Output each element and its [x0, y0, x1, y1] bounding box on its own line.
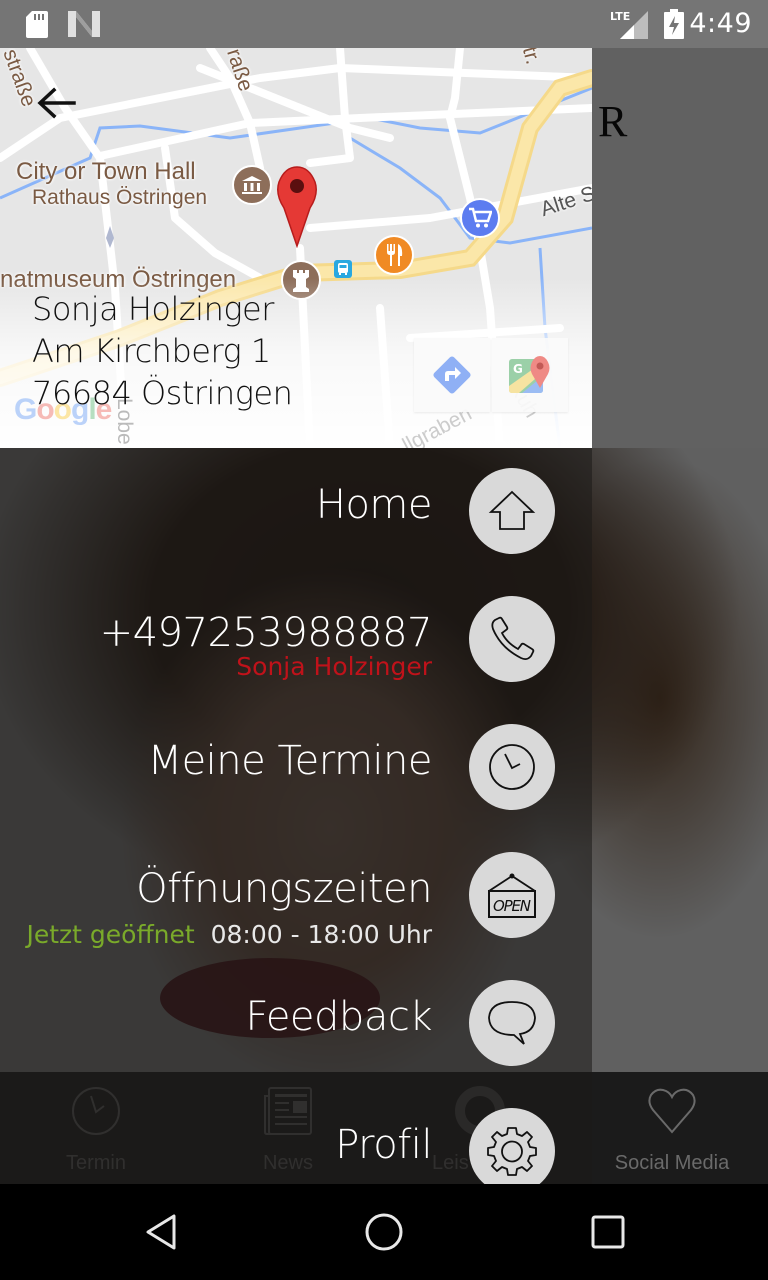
- feedback-button[interactable]: [469, 980, 555, 1066]
- map-poi-label: City or Town Hall: [16, 158, 196, 185]
- menu-item-label: Home: [315, 482, 433, 528]
- opening-hours-line: Jetzt geöffnet 08:00 - 18:00 Uhr: [26, 920, 432, 949]
- menu-item-meine-termine[interactable]: Meine Termine: [0, 718, 592, 818]
- svg-text:G: G: [513, 362, 523, 376]
- opening-hours: 08:00 - 18:00 Uhr: [210, 920, 432, 949]
- system-nav-bar: [0, 1184, 768, 1280]
- profile-button[interactable]: [469, 1108, 555, 1184]
- phone-number: +497253988887: [99, 610, 433, 656]
- town-hall-poi-icon[interactable]: [232, 165, 272, 205]
- home-icon: [488, 490, 536, 530]
- menu-item-profil[interactable]: Profil: [0, 1102, 592, 1184]
- menu-item-oeffnungszeiten[interactable]: Öffnungszeiten Jetzt geöffnet 08:00 - 18…: [0, 846, 592, 949]
- call-button[interactable]: [469, 596, 555, 682]
- shopping-poi-icon[interactable]: [460, 198, 500, 238]
- menu-item-label: Profil: [335, 1122, 432, 1168]
- svg-text:OPEN: OPEN: [493, 897, 531, 915]
- bus-stop-icon[interactable]: [334, 260, 352, 278]
- navigation-drawer: straße raße tr. Alte S City or Town Hall…: [0, 48, 592, 1184]
- menu-item-label: Feedback: [245, 994, 433, 1040]
- recents-icon[interactable]: [584, 1208, 632, 1256]
- home-button[interactable]: [469, 468, 555, 554]
- sd-card-icon: [26, 11, 48, 38]
- directions-icon: [433, 356, 471, 394]
- directions-button[interactable]: [414, 338, 490, 412]
- menu-item-feedback[interactable]: Feedback: [0, 974, 592, 1074]
- battery-charging-icon: [664, 9, 684, 39]
- menu-item-label: Meine Termine: [147, 738, 433, 784]
- map-pin-icon[interactable]: [274, 166, 320, 248]
- lte-signal-icon: LTE: [610, 10, 648, 39]
- address-block: Sonja Holzinger Am Kirchberg 1 76684 Öst…: [32, 288, 293, 414]
- status-bar: LTE 4:49: [0, 0, 768, 48]
- menu-item-phone[interactable]: +497253988887 Sonja Holzinger: [0, 590, 592, 690]
- status-time: 4:49: [689, 8, 752, 39]
- appointments-button[interactable]: [469, 724, 555, 810]
- back-icon[interactable]: [140, 1208, 188, 1256]
- phone-icon: [491, 616, 535, 661]
- opening-hours-button[interactable]: OPEN: [469, 852, 555, 938]
- tab-label: Social Media: [614, 1152, 730, 1174]
- svg-text:LTE: LTE: [610, 10, 630, 23]
- map-poi-sublabel: Rathaus Östringen: [32, 186, 208, 209]
- menu-item-home[interactable]: Home: [0, 462, 592, 562]
- gear-icon: [487, 1127, 537, 1176]
- location-map[interactable]: straße raße tr. Alte S City or Town Hall…: [0, 48, 592, 448]
- phone-contact-name: Sonja Holzinger: [236, 652, 432, 681]
- open-sign-icon: OPEN: [488, 873, 536, 918]
- restaurant-poi-icon[interactable]: [374, 235, 414, 275]
- address-street: Am Kirchberg 1: [32, 332, 271, 370]
- clock-icon: [489, 744, 535, 790]
- open-in-maps-button[interactable]: G: [492, 338, 568, 412]
- back-arrow-icon[interactable]: [36, 86, 76, 120]
- n-logo-icon: [68, 11, 100, 37]
- speech-bubble-icon: [488, 1001, 536, 1045]
- heart-icon: [648, 1088, 696, 1134]
- address-city: 76684 Östringen: [32, 374, 293, 412]
- google-maps-icon: G: [509, 356, 550, 393]
- open-status: Jetzt geöffnet: [26, 920, 195, 949]
- tab-social-media[interactable]: Social Media: [576, 1072, 768, 1184]
- address-name: Sonja Holzinger: [32, 290, 274, 328]
- menu-item-label: Öffnungszeiten: [136, 866, 432, 912]
- home-circle-icon[interactable]: [360, 1208, 408, 1256]
